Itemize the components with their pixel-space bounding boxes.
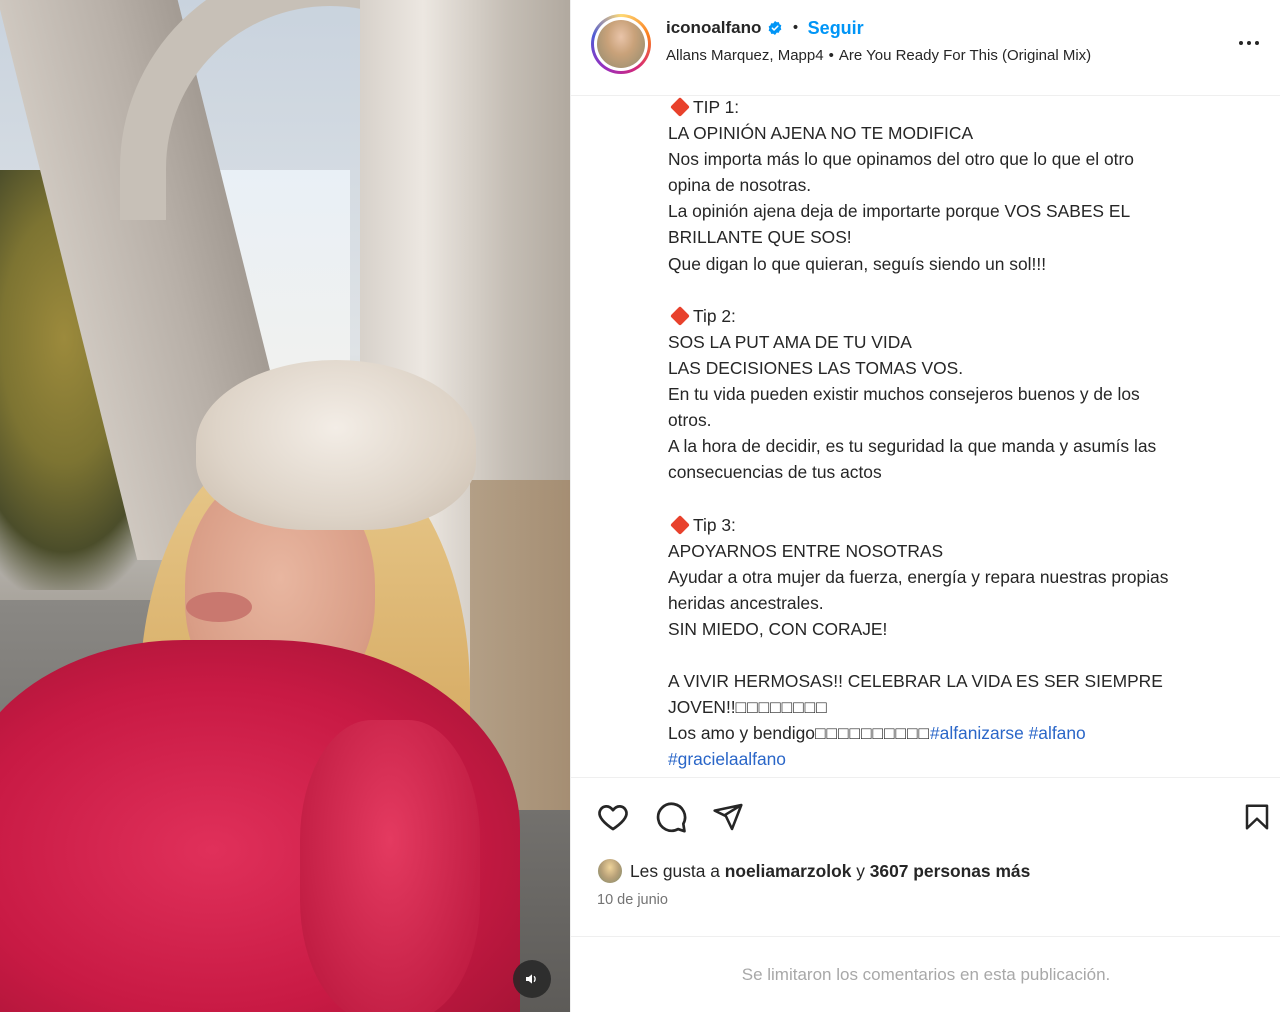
- caption-line: Que digan lo que quieran, seguís siendo …: [668, 253, 1047, 274]
- caption-line: Nos importa más lo que opinamos del otro…: [668, 149, 1134, 170]
- caption-line: opina de nosotras.: [668, 175, 812, 196]
- caption-line: otros.: [668, 410, 712, 431]
- caption-line: APOYARNOS ENTRE NOSOTRAS: [668, 540, 944, 561]
- likes-summary: Les gusta a noeliamarzolok y 3607 person…: [596, 857, 1030, 885]
- tip1-title-line: TIP 1:: [668, 94, 1258, 120]
- red-diamond-icon: [670, 305, 690, 326]
- red-diamond-icon: [670, 514, 690, 535]
- post-header: iconoalfano • Seguir Allans Marquez, Map…: [571, 0, 1280, 96]
- header-separator: •: [791, 20, 800, 36]
- hashtag-link[interactable]: #alfano: [1029, 723, 1086, 743]
- profile-avatar[interactable]: [591, 14, 651, 74]
- heart-icon: [598, 805, 628, 831]
- bookmark-icon: [1245, 804, 1269, 830]
- media-lips: [186, 592, 252, 622]
- audio-artists[interactable]: Allans Marquez, Mapp4: [666, 47, 824, 64]
- verified-badge-icon: [769, 21, 782, 35]
- tip2-title-line: Tip 2:: [668, 303, 1258, 329]
- like-button[interactable]: [593, 797, 633, 837]
- more-options-icon[interactable]: [1235, 30, 1263, 56]
- caption-line: A la hora de decidir, es tu seguridad la…: [668, 436, 1157, 457]
- username-row: iconoalfano • Seguir: [666, 15, 864, 41]
- caption-line: Ayudar a otra mujer da fuerza, energía y…: [668, 566, 1169, 587]
- caption-line: A VIVIR HERMOSAS!! CELEBRAR LA VIDA ES S…: [668, 671, 1163, 692]
- caption-line: heridas ancestrales.: [668, 592, 824, 613]
- follow-button[interactable]: Seguir: [808, 18, 864, 39]
- speaker-icon: [526, 974, 536, 984]
- section-divider: [571, 777, 1280, 778]
- post-media[interactable]: [0, 0, 570, 1012]
- caption-line: JOVEN!!□□□□□□□□: [668, 697, 828, 718]
- caption-line: consecuencias de tus actos: [668, 462, 882, 483]
- username-link[interactable]: iconoalfano: [666, 18, 761, 38]
- tip3-title-line: Tip 3:: [668, 512, 1258, 538]
- caption-line: Los amo y bendigo□□□□□□□□□□#alfanizarse …: [668, 723, 1086, 744]
- likes-prefix: Les gusta a: [630, 860, 720, 881]
- caption-line: LAS DECISIONES LAS TOMAS VOS.: [668, 357, 964, 378]
- caption-line: En tu vida pueden existir muchos conseje…: [668, 384, 1140, 405]
- action-bar: [571, 780, 1280, 850]
- paper-plane-icon: [713, 803, 743, 831]
- audio-attribution[interactable]: Allans Marquez, Mapp4 • Are You Ready For …: [666, 47, 1091, 64]
- audio-track[interactable]: Are You Ready For This (Original Mix): [839, 47, 1091, 64]
- unrendered-emoji: □□□□□□□□: [735, 697, 828, 718]
- unrendered-emoji: □□□□□□□□□□: [814, 723, 931, 744]
- comment-bubble-icon: [656, 802, 687, 833]
- comment-button[interactable]: [651, 797, 691, 837]
- hashtag-link[interactable]: #alfanizarse: [930, 723, 1024, 743]
- caption-line: La opinión ajena deja de importarte porq…: [668, 201, 1131, 222]
- caption-line: LA OPINIÓN AJENA NO TE MODIFICA: [668, 123, 974, 144]
- liker-avatar[interactable]: [596, 857, 624, 885]
- save-button[interactable]: [1237, 797, 1277, 837]
- avatar-image: [597, 20, 645, 68]
- hashtag-link[interactable]: #gracielaalfano: [668, 749, 786, 769]
- likes-count-link[interactable]: 3607 personas más: [870, 861, 1030, 882]
- comments-limited-notice: Se limitaron los comentarios en esta pub…: [741, 964, 1111, 984]
- caption-line: BRILLANTE QUE SOS!: [668, 227, 852, 248]
- likes-connector: y: [856, 860, 865, 881]
- red-diamond-icon: [670, 97, 690, 117]
- audio-separator: •: [828, 47, 834, 64]
- share-button[interactable]: [708, 797, 748, 837]
- post-caption: TIP 1: LA OPINIÓN AJENA NO TE MODIFICA N…: [668, 94, 1258, 774]
- liker-username[interactable]: noeliamarzolok: [725, 861, 852, 882]
- caption-line: SOS LA PUT AMA DE TU VIDA: [668, 331, 912, 352]
- media-fur-hat: [196, 360, 476, 530]
- caption-line: #gracielaalfano: [668, 746, 1258, 772]
- caption-line: SIN MIEDO, CON CORAJE!: [668, 618, 888, 639]
- media-red-coat-sleeve: [300, 720, 480, 1012]
- post-date[interactable]: 10 de junio: [597, 892, 668, 908]
- post-side-panel: iconoalfano • Seguir Allans Marquez, Map…: [570, 0, 1280, 1012]
- sound-toggle-button[interactable]: [513, 960, 551, 998]
